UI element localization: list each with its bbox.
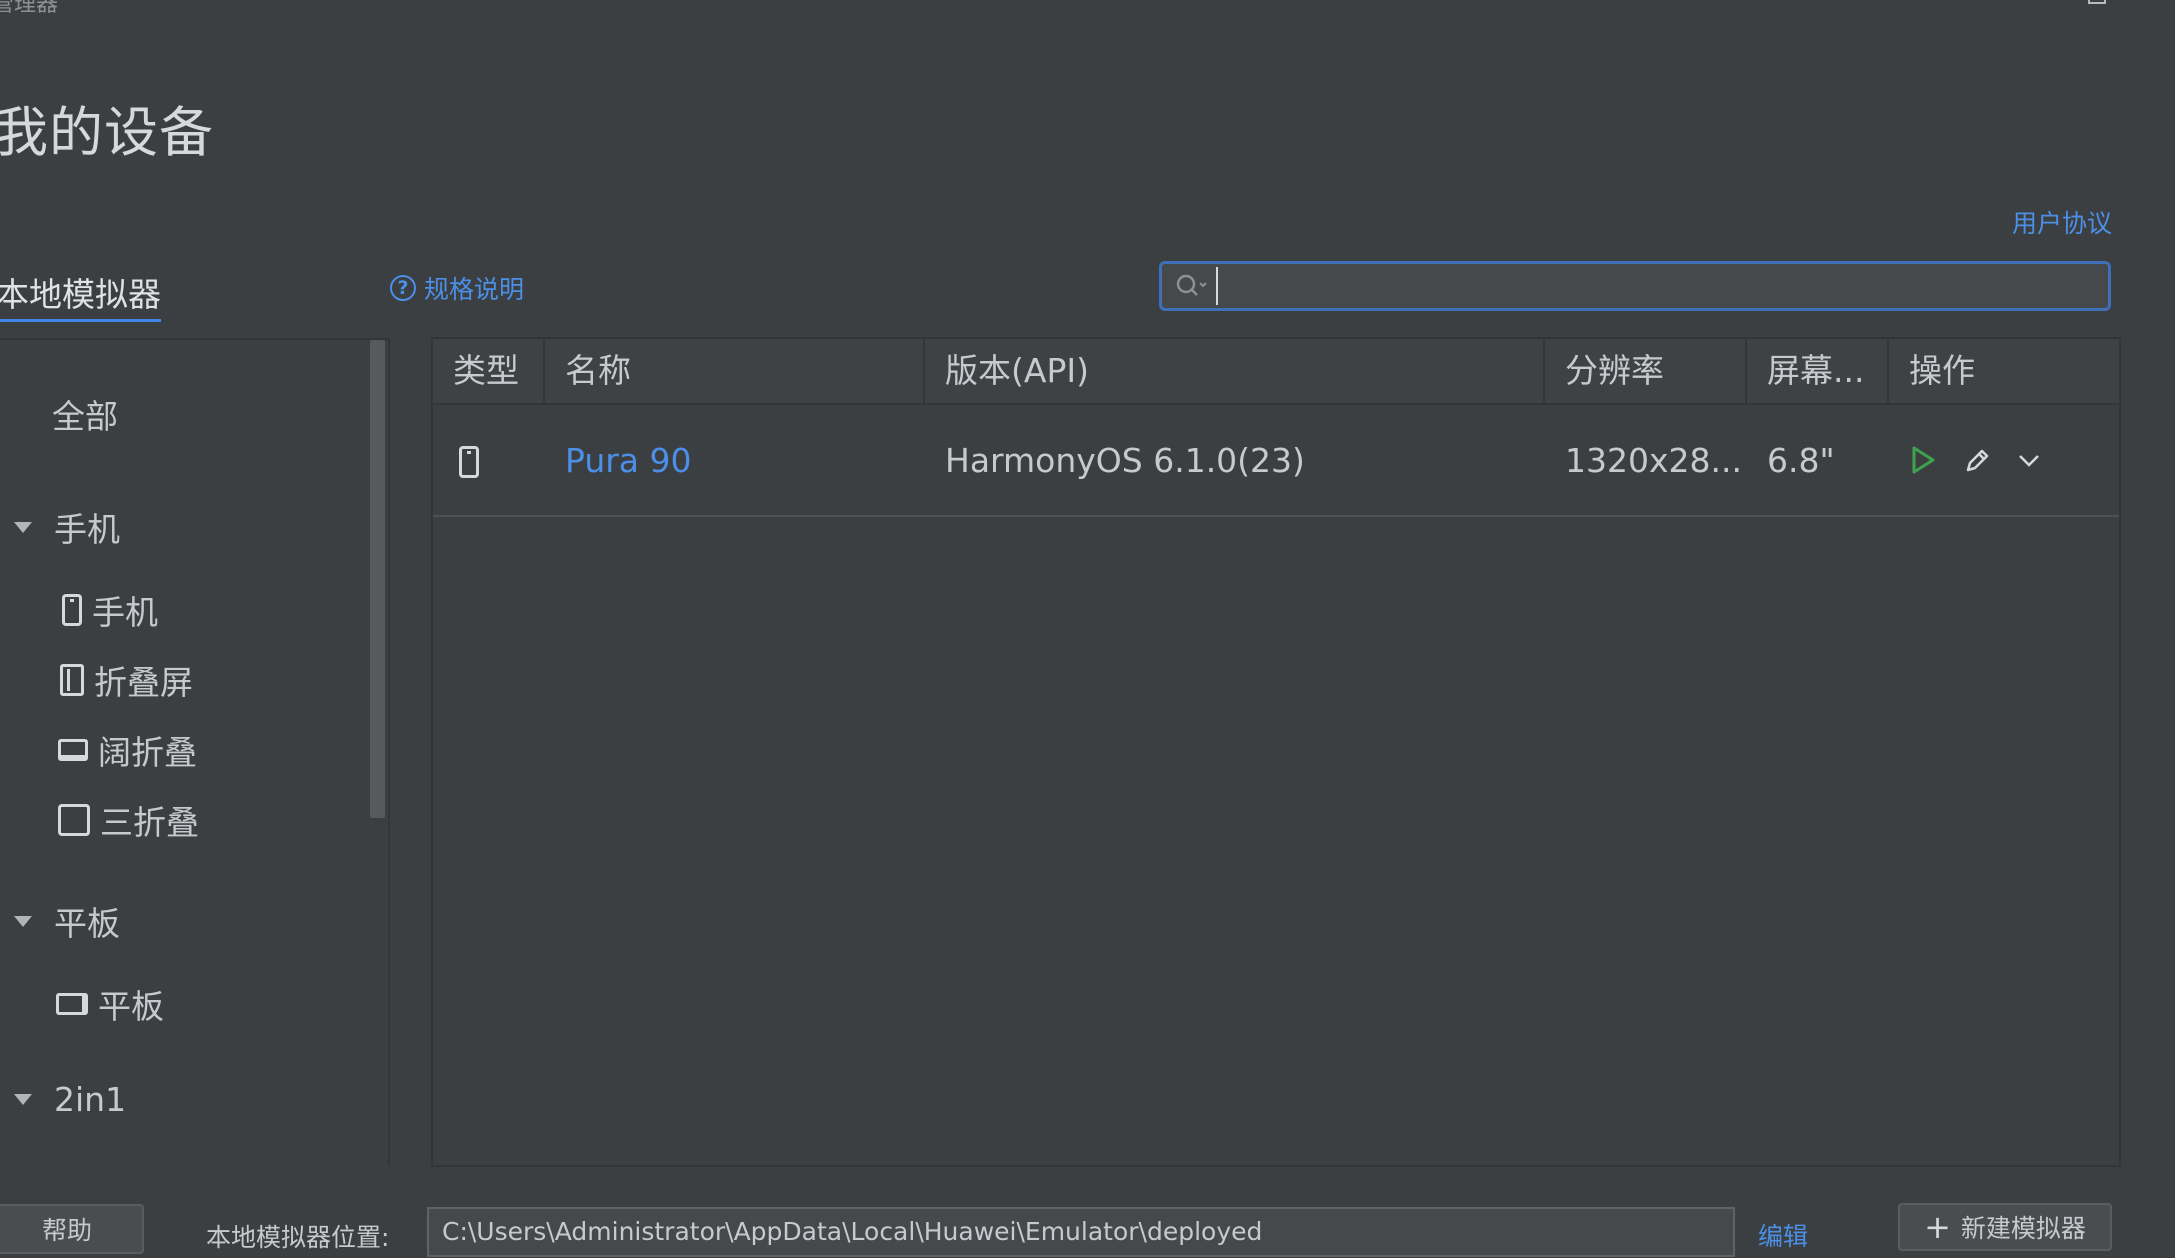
help-button[interactable]: 帮助: [0, 1204, 144, 1254]
device-type-sidebar: 全部 手机 手机 折叠屏 阔折叠 三折叠 平板 平板 2in1: [0, 338, 390, 1166]
sidebar-group-label: 2in1: [54, 1080, 127, 1119]
device-table: 类型 名称 版本(API) 分辨率 屏幕... 操作 Pura 90 Harmo…: [431, 337, 2121, 1167]
phone-icon: [459, 446, 479, 478]
new-emulator-button[interactable]: + 新建模拟器: [1898, 1203, 2112, 1251]
sidebar-item-label: 阔折叠: [98, 733, 197, 772]
device-type-cell: [433, 441, 545, 480]
question-icon: ?: [390, 275, 416, 301]
spec-description-link[interactable]: ? 规格说明: [390, 270, 524, 306]
sidebar-group-2in1[interactable]: 2in1: [14, 1080, 126, 1119]
phone-icon: [62, 594, 82, 626]
device-name-link[interactable]: Pura 90: [545, 441, 925, 480]
spec-description-label: 规格说明: [424, 275, 525, 304]
search-input[interactable]: [1216, 267, 2108, 305]
search-icon: [1176, 274, 1207, 296]
column-header-name[interactable]: 名称: [545, 339, 925, 403]
new-emulator-label: 新建模拟器: [1960, 1214, 2086, 1243]
column-header-type[interactable]: 类型: [433, 339, 545, 403]
table-header: 类型 名称 版本(API) 分辨率 屏幕... 操作: [433, 339, 2119, 405]
device-screen-size: 6.8": [1767, 440, 1835, 480]
row-actions: [1889, 445, 2041, 475]
sidebar-group-label: 手机: [54, 510, 120, 549]
device-version: HarmonyOS 6.1.0(23): [945, 440, 1305, 480]
device-resolution: 1320x28...: [1565, 440, 1742, 480]
sidebar-item-label: 折叠屏: [94, 663, 193, 702]
user-agreement-link[interactable]: 用户协议: [2012, 204, 2112, 240]
chevron-down-icon[interactable]: [2017, 445, 2041, 475]
table-row[interactable]: Pura 90 HarmonyOS 6.1.0(23) 1320x28... 6…: [433, 405, 2119, 517]
window-title: 管理器: [0, 0, 59, 17]
caret-down-icon: [14, 1094, 32, 1105]
emulator-location-label: 本地模拟器位置:: [206, 1223, 390, 1252]
tablet-icon: [56, 993, 88, 1015]
foldable-icon: [60, 664, 84, 696]
sidebar-item-tri-fold[interactable]: 三折叠: [58, 796, 199, 844]
sidebar-item-phone[interactable]: 手机: [62, 586, 158, 634]
sidebar-item-label: 平板: [98, 987, 164, 1026]
sidebar-item-wide-fold[interactable]: 阔折叠: [58, 726, 197, 774]
sidebar-scrollbar[interactable]: [370, 340, 385, 818]
maximize-icon[interactable]: [2088, 0, 2106, 4]
caret-down-icon: [14, 915, 32, 927]
page-title: 我的设备: [0, 101, 214, 164]
device-manager-window: 管理器 我的设备 用户协议 本地模拟器 ? 规格说明 全部 手机 手机 折叠屏 …: [0, 0, 2175, 1258]
tri-fold-icon: [58, 804, 90, 836]
column-header-version[interactable]: 版本(API): [925, 339, 1545, 403]
column-header-resolution[interactable]: 分辨率: [1545, 339, 1747, 403]
column-header-actions: 操作: [1909, 351, 1975, 390]
column-header-screen[interactable]: 屏幕...: [1747, 339, 1889, 403]
wide-fold-icon: [58, 739, 88, 761]
plus-icon: +: [1924, 1208, 1951, 1246]
run-icon[interactable]: [1909, 445, 1937, 475]
tab-local-emulator[interactable]: 本地模拟器: [0, 268, 161, 322]
sidebar-item-tablet[interactable]: 平板: [56, 980, 164, 1028]
sidebar-item-label: 全部: [52, 397, 118, 436]
sidebar-item-label: 手机: [92, 593, 158, 632]
caret-down-icon: [14, 521, 32, 533]
edit-location-link[interactable]: 编辑: [1758, 1217, 1808, 1253]
edit-pencil-icon[interactable]: [1963, 445, 1991, 475]
sidebar-item-foldable[interactable]: 折叠屏: [60, 656, 193, 704]
search-box[interactable]: [1159, 261, 2111, 311]
sidebar-group-label: 平板: [54, 904, 120, 943]
sidebar-group-tablet[interactable]: 平板: [14, 897, 120, 945]
emulator-location-field[interactable]: C:\Users\Administrator\AppData\Local\Hua…: [427, 1207, 1735, 1257]
sidebar-item-all[interactable]: 全部: [52, 390, 118, 438]
sidebar-item-label: 三折叠: [100, 803, 199, 842]
sidebar-group-phone[interactable]: 手机: [14, 503, 120, 551]
